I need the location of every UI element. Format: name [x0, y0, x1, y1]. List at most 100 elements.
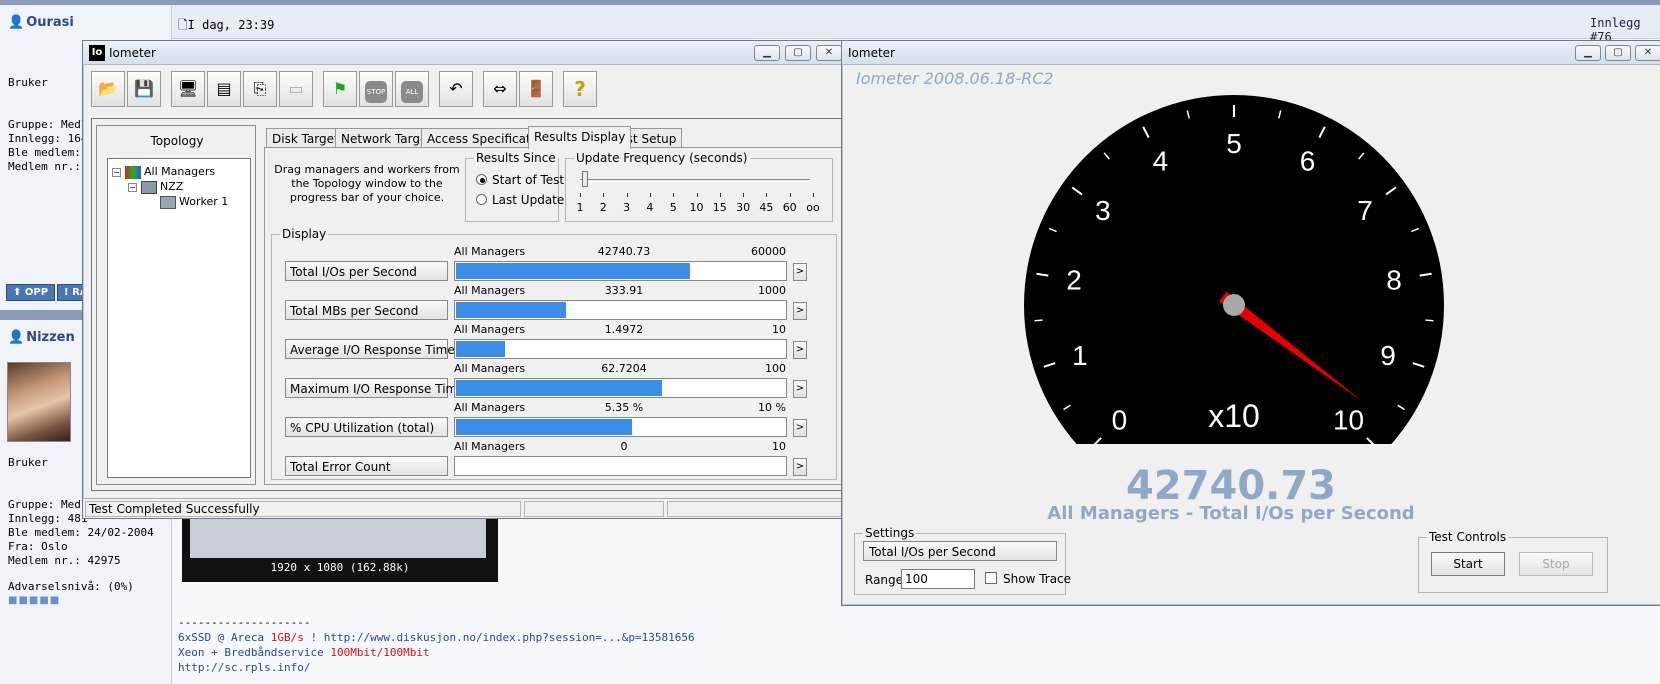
- tree-item-manager[interactable]: − NZZ: [128, 180, 183, 194]
- metric-bar-track[interactable]: [454, 417, 787, 437]
- signature-link[interactable]: ! http://www.diskusjon.no/index.php?sess…: [304, 631, 694, 644]
- metric-source: All Managers: [454, 323, 526, 336]
- metric-max: 10 %: [758, 401, 786, 414]
- metric-more-button[interactable]: >: [793, 263, 807, 281]
- metric-value: 5.35 %: [604, 401, 644, 414]
- gauge-label: 2: [1066, 265, 1082, 296]
- metric-bar-track[interactable]: [454, 339, 787, 359]
- collapse-icon[interactable]: −: [128, 182, 137, 192]
- collapse-icon[interactable]: −: [112, 167, 121, 177]
- tree-item-all-managers[interactable]: − All Managers: [112, 165, 215, 179]
- signature-divider: --------------------: [178, 616, 311, 629]
- attachment-thumbnail[interactable]: 1920 x 1080 (162.88k): [182, 508, 498, 582]
- update-frequency-slider[interactable]: [582, 171, 588, 187]
- status-text: Test Completed Successfully: [85, 501, 521, 517]
- metric-select-button[interactable]: % CPU Utilization (total): [285, 417, 448, 437]
- gauge-tick: [1034, 319, 1043, 322]
- slider-tick: [719, 193, 721, 197]
- metric-more-button[interactable]: >: [793, 458, 807, 476]
- display-group: Display Total I/Os per Second All Manager…: [271, 227, 837, 480]
- metric-more-button[interactable]: >: [793, 419, 807, 437]
- metric-max: 10: [772, 440, 786, 453]
- window-title: Iometer: [109, 46, 156, 60]
- metric-row: Total Error Count All Managers 0 10 >: [285, 440, 807, 476]
- tab-results-display[interactable]: Results Display: [528, 126, 632, 149]
- metric-value: 62.7204: [601, 362, 647, 375]
- title-bar[interactable]: Io Iometer ▁ ▢ ✕: [83, 41, 858, 65]
- disconnect-icon[interactable]: ▭: [279, 71, 313, 107]
- reset-workers-icon[interactable]: ↶: [439, 71, 473, 107]
- gauge-multiplier: x10: [1208, 398, 1260, 434]
- stop-icon[interactable]: STOP: [359, 71, 393, 107]
- open-icon[interactable]: 📂: [91, 71, 125, 107]
- save-icon[interactable]: 💾: [127, 71, 161, 107]
- metric-more-button[interactable]: >: [793, 380, 807, 398]
- metric-select-button[interactable]: Total MBs per Second: [285, 300, 448, 320]
- minimize-button[interactable]: ▁: [1575, 45, 1601, 61]
- start-of-test-radio[interactable]: Start of Test: [476, 173, 564, 187]
- up-button[interactable]: ⬆ OPP: [6, 284, 56, 301]
- gauge-label: 4: [1153, 146, 1169, 177]
- metric-row: Total MBs per Second All Managers 333.91 10…: [285, 284, 807, 320]
- signature-link[interactable]: http://sc.rpls.info/: [178, 660, 695, 675]
- radio-empty-icon: [476, 194, 487, 205]
- range-input[interactable]: [901, 569, 975, 589]
- close-button[interactable]: ✕: [1635, 45, 1660, 61]
- username-nizzen[interactable]: 👤 Nizzen: [8, 330, 75, 345]
- topology-tree: − All Managers − NZZ Worker 1: [107, 158, 251, 478]
- new-worker-icon[interactable]: ▤: [207, 71, 241, 107]
- managers-icon: [125, 165, 141, 179]
- user-location: Fra: Oslo: [8, 540, 68, 553]
- exit-icon[interactable]: 🚪: [519, 71, 553, 107]
- stop-button[interactable]: Stop: [1519, 552, 1593, 576]
- minimize-button[interactable]: ▁: [754, 45, 780, 61]
- metric-bar-track[interactable]: [454, 378, 787, 398]
- slider-tick-label: 10: [689, 201, 704, 214]
- metric-more-button[interactable]: >: [793, 302, 807, 320]
- metric-bar-track[interactable]: [454, 300, 787, 320]
- start-flag-icon[interactable]: ⚑: [323, 71, 357, 107]
- username-ourasi[interactable]: 👤 Ourasi: [8, 15, 74, 30]
- metric-bar-track[interactable]: [454, 261, 787, 281]
- metric-select-button[interactable]: Total I/Os per Second: [285, 261, 448, 281]
- metric-header: All Managers 62.7204 100: [454, 362, 786, 376]
- worker-icon: [160, 195, 176, 209]
- metric-value: 1.4972: [604, 323, 644, 336]
- metric-select-button[interactable]: Maximum I/O Response Time (ms): [285, 378, 496, 398]
- metric-row: Average I/O Response Time (ms) All Manage…: [285, 323, 807, 359]
- title-bar[interactable]: Iometer ▁ ▢ ✕: [842, 41, 1660, 65]
- new-manager-icon[interactable]: 🖥: [171, 71, 205, 107]
- slider-tick: [696, 193, 698, 197]
- computer-icon: [141, 180, 157, 194]
- start-button[interactable]: Start: [1431, 552, 1505, 576]
- show-trace-checkbox[interactable]: [985, 572, 997, 584]
- update-frequency-track[interactable]: [580, 179, 810, 182]
- topology-icon[interactable]: ⇔: [483, 71, 517, 107]
- signature: -------------------- 6xSSD @ Areca 1GB/s…: [178, 615, 695, 675]
- maximize-button[interactable]: ▢: [1605, 45, 1631, 61]
- user-posts: Innlegg: 481: [8, 512, 88, 525]
- metric-select-button[interactable]: Total Error Count: [285, 456, 448, 476]
- gauge-label: 6: [1300, 146, 1316, 177]
- big-value-label: All Managers - Total I/Os per Second: [1047, 503, 1415, 524]
- status-bar: Test Completed Successfully: [83, 498, 858, 518]
- tree-item-worker[interactable]: Worker 1: [160, 195, 228, 209]
- topology-panel: Topology − All Managers − NZZ Worker 1: [96, 125, 256, 485]
- metric-bar-fill: [456, 263, 690, 279]
- stop-all-icon[interactable]: ALL: [395, 71, 429, 107]
- duplicate-worker-icon[interactable]: ⎘: [243, 71, 277, 107]
- metric-bar-fill: [456, 302, 566, 318]
- thumbnail-caption: 1920 x 1080 (162.88k): [270, 561, 410, 574]
- metric-value: 333.91: [604, 284, 644, 297]
- metric-bar-fill: [456, 419, 632, 435]
- close-button[interactable]: ✕: [816, 45, 842, 61]
- last-update-radio[interactable]: Last Update: [476, 193, 564, 207]
- metric-select-button[interactable]: Average I/O Response Time (ms): [285, 339, 486, 359]
- iometer-main-window: Io Iometer ▁ ▢ ✕ 📂 💾 🖥 ▤ ⎘ ▭ ⚑ STOP ALL …: [82, 40, 859, 519]
- metric-more-button[interactable]: >: [793, 341, 807, 359]
- metric-select-button[interactable]: Total I/Os per Second: [863, 541, 1057, 561]
- metric-bar-track[interactable]: [454, 456, 787, 476]
- help-icon[interactable]: ?: [563, 71, 597, 107]
- slider-tick: [649, 193, 651, 197]
- maximize-button[interactable]: ▢: [785, 45, 811, 61]
